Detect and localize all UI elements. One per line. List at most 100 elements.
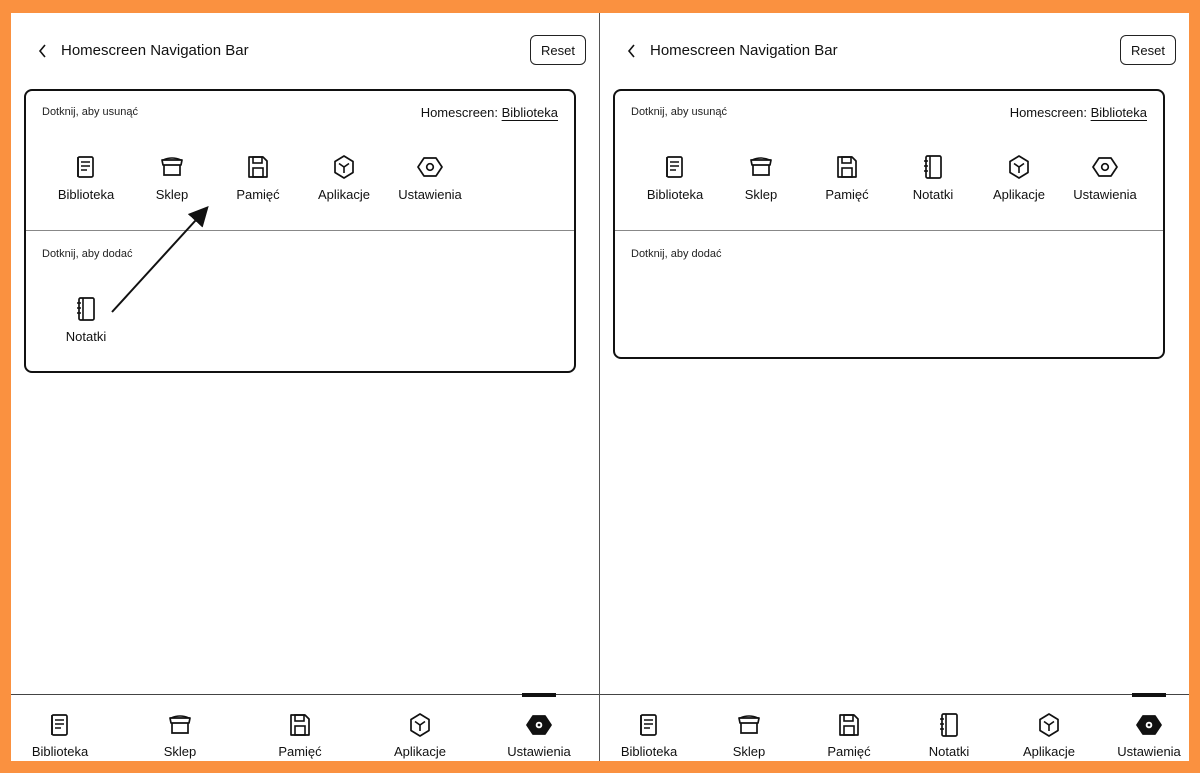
tab-label: Notatki — [928, 744, 970, 759]
tab-notatki[interactable]: Notatki — [899, 695, 999, 762]
tab-ustawienia[interactable]: Ustawienia — [489, 693, 589, 762]
tab-aplikacje[interactable]: Aplikacje — [370, 695, 470, 762]
homescreen-value-link[interactable]: Biblioteka — [1091, 105, 1147, 120]
tab-label: Pamięć — [827, 744, 871, 759]
store-icon — [738, 715, 760, 734]
tab-sklep[interactable]: Sklep — [130, 695, 230, 762]
nav-item-aplikacje[interactable]: Aplikacje — [304, 154, 384, 210]
page-title: Homescreen Navigation Bar — [61, 42, 249, 59]
cube-icon — [410, 713, 430, 737]
homescreen-setting: Homescreen: Biblioteka — [421, 105, 558, 120]
cube-icon — [1039, 713, 1059, 737]
add-hint-label: Dotknij, aby dodać — [631, 248, 722, 260]
reset-button[interactable]: Reset — [1120, 35, 1176, 65]
nav-item-label: Ustawienia — [1073, 187, 1137, 202]
tab-label: Pamięć — [278, 744, 322, 759]
nav-item-sklep[interactable]: Sklep — [721, 154, 801, 210]
settings-icon — [417, 157, 443, 177]
screen-after: Homescreen Navigation Bar Reset Dotknij,… — [600, 13, 1189, 761]
chevron-left-icon — [627, 44, 635, 58]
add-hint-label: Dotknij, aby dodać — [42, 248, 133, 260]
nav-item-label: Pamięć — [236, 187, 280, 202]
comparison-frame: Homescreen Navigation Bar Reset Dotknij,… — [11, 13, 1189, 761]
section-divider — [26, 230, 574, 231]
cube-icon — [334, 155, 354, 179]
homescreen-prefix: Homescreen: — [420, 105, 498, 120]
tab-label: Ustawienia — [1117, 744, 1181, 759]
book-icon — [51, 714, 68, 736]
bottom-nav-bar: Biblioteka Sklep Pamięć Notatki Aplikacje Ust… — [599, 693, 1189, 762]
homescreen-prefix: Homescreen: — [1009, 105, 1087, 120]
tab-aplikacje[interactable]: Aplikacje — [999, 695, 1099, 762]
book-icon — [640, 714, 657, 736]
reset-button[interactable]: Reset — [530, 35, 586, 65]
save-icon — [248, 156, 268, 178]
tab-biblioteka[interactable]: Biblioteka — [10, 695, 110, 762]
bottom-nav-bar: Biblioteka Sklep Pamięć Aplikacje Ustawienia — [10, 693, 599, 762]
notebook-icon — [77, 297, 95, 321]
nav-bar-editor-card: Dotknij, aby usunąć Homescreen: Bibliote… — [24, 89, 576, 373]
nav-item-notatki[interactable]: Notatki — [893, 154, 973, 210]
nav-item-ustawienia[interactable]: Ustawienia — [390, 154, 470, 210]
nav-item-label: Sklep — [155, 187, 189, 202]
nav-item-label: Pamięć — [825, 187, 869, 202]
tab-pamięć[interactable]: Pamięć — [799, 695, 899, 762]
tab-label: Biblioteka — [31, 744, 89, 759]
tab-sklep[interactable]: Sklep — [699, 695, 799, 762]
store-icon — [169, 715, 191, 734]
nav-item-label: Sklep — [744, 187, 778, 202]
header: Homescreen Navigation Bar Reset — [11, 35, 599, 67]
back-button[interactable] — [622, 41, 642, 61]
nav-item-notatki[interactable]: Notatki — [46, 296, 126, 352]
tab-label: Aplikacje — [393, 744, 447, 759]
tab-label: Ustawienia — [507, 744, 571, 759]
nav-item-label: Aplikacje — [317, 187, 371, 202]
store-icon — [161, 157, 183, 176]
cube-icon — [1009, 155, 1029, 179]
save-icon — [290, 714, 310, 736]
nav-item-aplikacje[interactable]: Aplikacje — [979, 154, 1059, 210]
book-icon — [77, 156, 94, 178]
store-icon — [750, 157, 772, 176]
save-icon — [839, 714, 859, 736]
active-tab-indicator — [522, 693, 556, 697]
screen-before: Homescreen Navigation Bar Reset Dotknij,… — [11, 13, 599, 761]
tab-label: Aplikacje — [1022, 744, 1076, 759]
nav-item-ustawienia[interactable]: Ustawienia — [1065, 154, 1145, 210]
remove-hint-label: Dotknij, aby usunąć — [631, 106, 727, 118]
back-button[interactable] — [33, 41, 53, 61]
remove-hint-label: Dotknij, aby usunąć — [42, 106, 138, 118]
tab-pamięć[interactable]: Pamięć — [250, 695, 350, 762]
nav-item-pamięć[interactable]: Pamięć — [218, 154, 298, 210]
header: Homescreen Navigation Bar Reset — [600, 35, 1189, 67]
book-icon — [666, 156, 683, 178]
notebook-icon — [940, 713, 958, 737]
nav-item-sklep[interactable]: Sklep — [132, 154, 212, 210]
tab-label: Sklep — [732, 744, 766, 759]
nav-item-label: Notatki — [65, 329, 107, 344]
nav-item-label: Biblioteka — [646, 187, 704, 202]
active-tab-indicator — [1132, 693, 1166, 697]
settings-icon — [526, 715, 552, 735]
tab-label: Sklep — [163, 744, 197, 759]
page-title: Homescreen Navigation Bar — [650, 42, 838, 59]
section-divider — [615, 230, 1163, 231]
nav-bar-editor-card: Dotknij, aby usunąć Homescreen: Bibliote… — [613, 89, 1165, 359]
nav-item-biblioteka[interactable]: Biblioteka — [46, 154, 126, 210]
nav-item-label: Biblioteka — [57, 187, 115, 202]
nav-item-label: Notatki — [912, 187, 954, 202]
homescreen-setting: Homescreen: Biblioteka — [1010, 105, 1147, 120]
settings-icon — [1136, 715, 1162, 735]
tab-ustawienia[interactable]: Ustawienia — [1099, 693, 1199, 762]
save-icon — [837, 156, 857, 178]
notebook-icon — [924, 155, 942, 179]
settings-icon — [1092, 157, 1118, 177]
nav-item-pamięć[interactable]: Pamięć — [807, 154, 887, 210]
chevron-left-icon — [38, 44, 46, 58]
tab-label: Biblioteka — [620, 744, 678, 759]
tab-biblioteka[interactable]: Biblioteka — [599, 695, 699, 762]
nav-item-biblioteka[interactable]: Biblioteka — [635, 154, 715, 210]
nav-item-label: Aplikacje — [992, 187, 1046, 202]
homescreen-value-link[interactable]: Biblioteka — [502, 105, 558, 120]
nav-item-label: Ustawienia — [398, 187, 462, 202]
